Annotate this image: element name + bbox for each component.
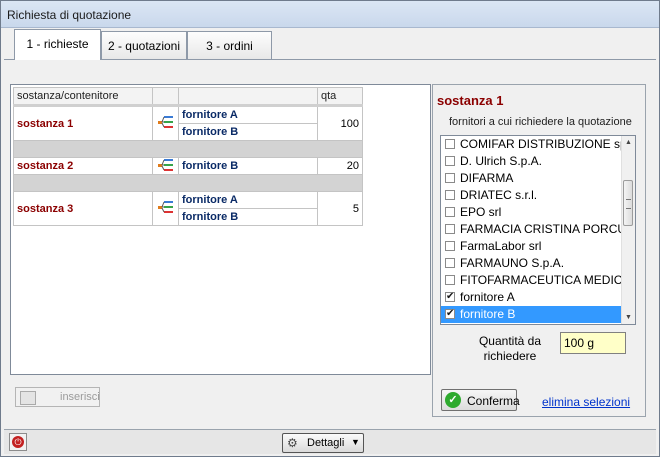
list-item[interactable]: FARMAUNO S.p.A. xyxy=(441,255,624,272)
list-item[interactable]: FARMACIA CRISTINA PORCU xyxy=(441,221,624,238)
supplier-panel: sostanza 1 fornitori a cui richiedere la… xyxy=(432,84,646,417)
sostanza-cell[interactable]: sostanza 1 xyxy=(13,105,153,141)
confirm-button-label: Conferma xyxy=(467,394,520,408)
details-button[interactable]: ⚙ Dettagli ▼ xyxy=(282,433,364,453)
table-row[interactable]: sostanza 3 fornitore A 5 xyxy=(13,191,363,226)
grid-header-row: sostanza/contenitore qta xyxy=(13,87,363,107)
scroll-up-icon[interactable]: ▲ xyxy=(622,136,635,149)
clear-selection-link[interactable]: elimina selezioni xyxy=(542,395,630,409)
checkbox[interactable] xyxy=(445,275,455,285)
table-row[interactable]: sostanza 1 fornitore A 100 xyxy=(13,105,363,141)
list-item[interactable]: FITOFARMACEUTICA MEDICA xyxy=(441,272,624,289)
header-fornitore-col xyxy=(178,87,318,107)
checkbox[interactable] xyxy=(445,224,455,234)
table-row[interactable]: sostanza 2 fornitore B 20 xyxy=(13,157,363,175)
tab-quotazioni[interactable]: 2 - quotazioni xyxy=(101,31,187,59)
power-icon: ⏻ xyxy=(12,436,24,448)
requests-grid: sostanza/contenitore qta sostanza 1 forn… xyxy=(13,87,363,226)
suppliers-icon[interactable] xyxy=(152,157,179,175)
qta-cell[interactable]: 20 xyxy=(317,157,363,175)
checkbox[interactable] xyxy=(445,241,455,251)
tab-richieste[interactable]: 1 - richieste xyxy=(14,29,101,60)
row-separator xyxy=(13,140,363,158)
list-item[interactable]: EPO srl xyxy=(441,204,624,221)
gear-icon: ⚙ xyxy=(287,436,298,450)
checkbox[interactable] xyxy=(445,207,455,217)
checkbox[interactable] xyxy=(445,139,455,149)
row-separator xyxy=(13,174,363,192)
requests-grid-panel: sostanza/contenitore qta sostanza 1 forn… xyxy=(10,84,431,375)
close-app-button[interactable]: ⏻ xyxy=(9,433,27,451)
tab-ordini[interactable]: 3 - ordini xyxy=(187,31,272,59)
header-sostanza: sostanza/contenitore xyxy=(13,87,153,107)
quantity-input[interactable] xyxy=(560,332,626,354)
insert-button-label: inserisci xyxy=(60,391,100,403)
header-icon-col xyxy=(152,87,179,107)
qta-cell[interactable]: 100 xyxy=(317,105,363,141)
dropdown-arrow-icon: ▼ xyxy=(351,437,360,447)
list-item[interactable]: COMIFAR DISTRIBUZIONE sp xyxy=(441,136,624,153)
checkbox[interactable] xyxy=(445,190,455,200)
insert-button[interactable]: inserisci xyxy=(15,387,100,407)
list-item-selected[interactable]: ✔ fornitore B xyxy=(441,306,624,323)
checkbox-checked[interactable]: ✔ xyxy=(445,292,455,302)
main-window: Richiesta di quotazione 1 - richieste 2 … xyxy=(0,0,660,457)
header-qta: qta xyxy=(317,87,363,107)
details-button-label: Dettagli xyxy=(307,437,345,449)
list-item[interactable]: ✔ fornitore A xyxy=(441,289,624,306)
window-title: Richiesta di quotazione xyxy=(7,8,132,22)
sostanza-cell[interactable]: sostanza 2 xyxy=(13,157,153,175)
suppliers-icon[interactable] xyxy=(152,191,179,226)
checkbox[interactable] xyxy=(445,156,455,166)
checkbox[interactable] xyxy=(445,258,455,268)
scroll-down-icon[interactable]: ▼ xyxy=(622,311,635,324)
checkbox[interactable] xyxy=(445,173,455,183)
sostanza-cell[interactable]: sostanza 3 xyxy=(13,191,153,226)
quantity-label: Quantità da richiedere xyxy=(478,334,542,363)
check-icon: ✓ xyxy=(445,392,461,408)
list-scrollbar[interactable]: ▲ ▼ xyxy=(621,136,635,324)
fornitore-cell[interactable]: fornitore B xyxy=(178,157,318,175)
title-bar: Richiesta di quotazione xyxy=(1,1,659,28)
fornitore-cell[interactable]: fornitore B xyxy=(178,123,318,141)
qta-cell[interactable]: 5 xyxy=(317,191,363,226)
status-bar: ⏻ ⚙ Dettagli ▼ xyxy=(4,429,656,454)
suppliers-icon[interactable] xyxy=(152,105,179,141)
selected-substance-title: sostanza 1 xyxy=(437,93,504,108)
list-item[interactable]: DRIATEC s.r.l. xyxy=(441,187,624,204)
checkbox-checked[interactable]: ✔ xyxy=(445,309,455,319)
scroll-thumb[interactable] xyxy=(623,180,633,226)
confirm-button[interactable]: ✓ Conferma xyxy=(441,389,520,411)
fornitore-cell[interactable]: fornitore A xyxy=(178,105,318,124)
fornitore-cell[interactable]: fornitore B xyxy=(178,208,318,226)
supplier-checklist[interactable]: COMIFAR DISTRIBUZIONE sp D. Ulrich S.p.A… xyxy=(440,135,636,325)
supplier-list-caption: fornitori a cui richiedere la quotazione xyxy=(449,116,632,128)
list-item[interactable]: FarmaLabor srl xyxy=(441,238,624,255)
list-item[interactable]: DIFARMA xyxy=(441,170,624,187)
fornitore-cell[interactable]: fornitore A xyxy=(178,191,318,209)
list-item[interactable]: D. Ulrich S.p.A. xyxy=(441,153,624,170)
insert-icon xyxy=(20,391,36,405)
